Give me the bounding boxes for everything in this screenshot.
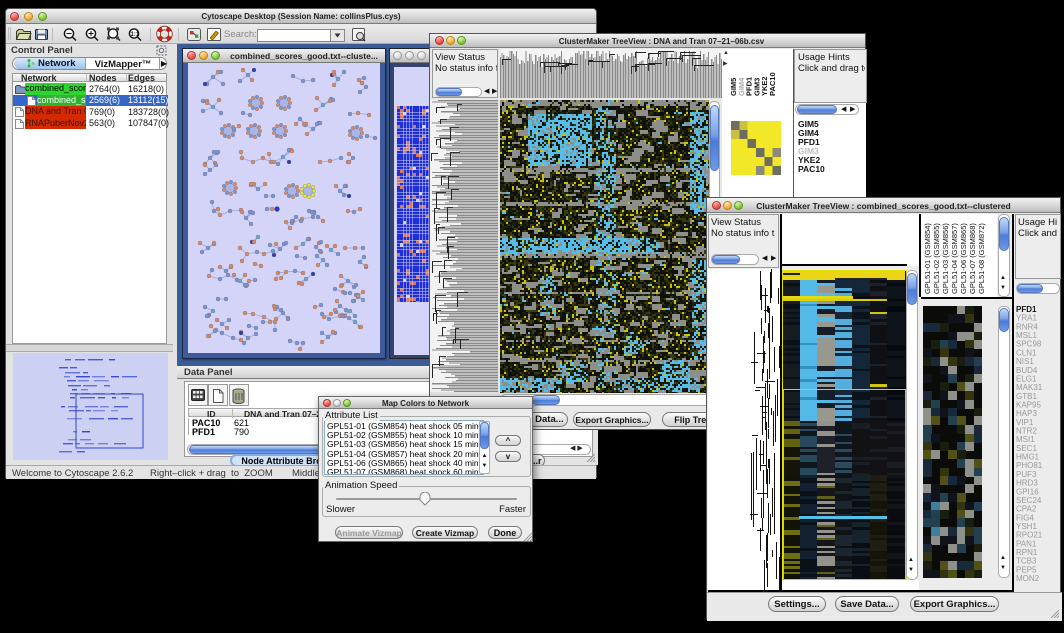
- svg-text:PUF3: PUF3: [1016, 470, 1037, 479]
- svg-text:GTB1: GTB1: [1016, 392, 1037, 401]
- svg-text:GPL51-03 (GSM856): GPL51-03 (GSM856): [941, 223, 950, 294]
- svg-text:PAC10: PAC10: [768, 72, 777, 96]
- svg-text:Search:: Search:: [224, 29, 257, 40]
- svg-text:HRD3: HRD3: [1016, 479, 1038, 488]
- svg-text:GPI16: GPI16: [1016, 487, 1039, 496]
- svg-text:GPL51-06 (GSM865): GPL51-06 (GSM865): [959, 223, 968, 294]
- svg-text:PHO81: PHO81: [1016, 461, 1043, 470]
- svg-text:RPN1: RPN1: [1016, 548, 1038, 557]
- svg-text:NTR2: NTR2: [1016, 427, 1037, 436]
- svg-text:VIP1: VIP1: [1016, 418, 1034, 427]
- svg-text:GPL51-08 (GSM872): GPL51-08 (GSM872): [977, 223, 986, 294]
- svg-text:YRA1: YRA1: [1016, 314, 1037, 323]
- svg-text:CLN1: CLN1: [1016, 348, 1037, 357]
- svg-text:PEP5: PEP5: [1016, 565, 1037, 574]
- svg-text:SPC98: SPC98: [1016, 340, 1042, 349]
- svg-text:ELG1: ELG1: [1016, 374, 1037, 383]
- svg-text:RPO21: RPO21: [1016, 531, 1043, 540]
- svg-text:MON2: MON2: [1016, 574, 1040, 583]
- svg-text:SEC1: SEC1: [1016, 444, 1037, 453]
- svg-text:1:1: 1:1: [131, 32, 140, 38]
- svg-text:FIG4: FIG4: [1016, 513, 1034, 522]
- svg-text:NIS1: NIS1: [1016, 357, 1034, 366]
- svg-text:MSL1: MSL1: [1016, 331, 1037, 340]
- svg-text:KAP95: KAP95: [1016, 401, 1041, 410]
- svg-text:GPL51-07 (GSM868): GPL51-07 (GSM868): [968, 223, 977, 294]
- svg-text:MAK31: MAK31: [1016, 383, 1043, 392]
- svg-text:GPL51-02 (GSM855): GPL51-02 (GSM855): [932, 223, 941, 294]
- svg-text:CPA2: CPA2: [1016, 505, 1037, 514]
- svg-text:MSI1: MSI1: [1016, 435, 1035, 444]
- svg-text:GPL51-04 (GSM857): GPL51-04 (GSM857): [950, 223, 959, 294]
- svg-text:YSH1: YSH1: [1016, 522, 1037, 531]
- svg-text:GPL51-01 (GSM854): GPL51-01 (GSM854): [923, 223, 932, 294]
- svg-text:PFD1: PFD1: [1016, 305, 1037, 314]
- svg-text:TCB3: TCB3: [1016, 557, 1037, 566]
